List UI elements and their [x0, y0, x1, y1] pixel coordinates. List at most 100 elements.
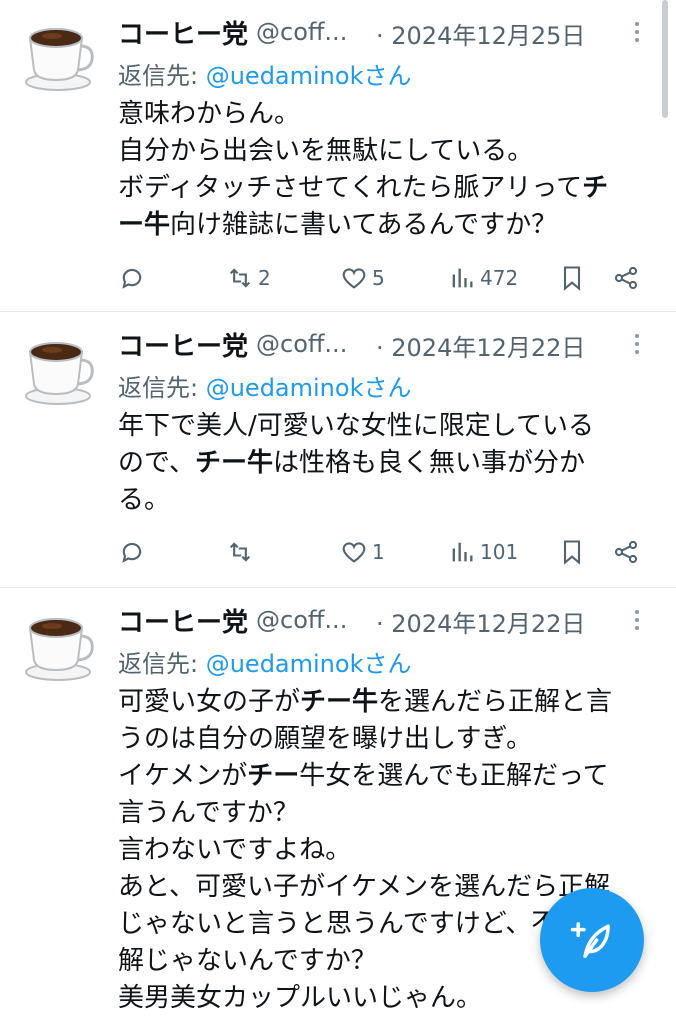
tweet-date[interactable]: · 2024年12月22日 — [376, 604, 585, 639]
coffee-cup-icon — [25, 342, 94, 405]
tweet-text-line: 意味わからん。 — [118, 96, 666, 133]
views-button[interactable]: 101 — [448, 536, 518, 568]
retweet-icon — [229, 542, 251, 562]
text-segment: は性格も良く無い事が分か — [272, 448, 585, 478]
reply-icon — [122, 542, 142, 563]
text-segment: 向け雑誌に書いてあるんですか？ — [170, 210, 558, 240]
tweet-text-line: 言わないですよね。 — [118, 832, 666, 869]
bold-text: チー牛 — [194, 448, 273, 478]
more-icon[interactable] — [630, 602, 644, 638]
views-icon — [452, 542, 473, 562]
tweet[interactable]: コーヒー党 @coff... · 2024年12月22日 返信先: @uedam… — [0, 312, 676, 586]
more-icon[interactable] — [630, 326, 644, 362]
text-segment: を選んだら正解と言 — [378, 687, 613, 717]
tweet-text-line: ー牛向け雑誌に書いてあるんですか？ — [118, 207, 666, 244]
like-icon — [342, 268, 366, 289]
avatar[interactable] — [18, 328, 98, 408]
bold-text: チー牛 — [300, 687, 379, 717]
author-name[interactable]: コーヒー党 — [118, 326, 248, 363]
reply-mention-link[interactable]: @uedaminokさん — [206, 62, 412, 90]
reply-button[interactable] — [118, 262, 146, 294]
reply-mention-link[interactable]: @uedaminokさん — [206, 374, 412, 402]
reply-to: 返信先: @uedaminokさん — [118, 368, 411, 403]
action-bar: 1 101 — [118, 536, 648, 568]
retweet-count: 2 — [258, 266, 271, 290]
coffee-cup-icon — [25, 28, 94, 91]
reply-prefix: 返信先: — [118, 374, 206, 402]
author-handle[interactable]: @coff... — [256, 330, 347, 358]
tweet-text-line: ボディタッチさせてくれたら脈アリってチ — [118, 170, 666, 207]
reply-to: 返信先: @uedaminokさん — [118, 644, 411, 679]
tweet-date[interactable]: · 2024年12月25日 — [376, 16, 585, 51]
action-bar: 2 5 472 — [118, 262, 648, 294]
text-segment: あと、可愛い子がイケメンを選んだら正解 — [118, 872, 611, 902]
text-segment: 言わないですよね。 — [118, 835, 352, 865]
text-segment: 自分から出会いを無駄にしている。 — [118, 136, 534, 166]
text-segment: 言うんですか？ — [118, 798, 299, 828]
views-count: 472 — [480, 266, 519, 290]
like-count: 5 — [372, 266, 385, 290]
author-name[interactable]: コーヒー党 — [118, 14, 248, 51]
share-button[interactable] — [612, 536, 640, 568]
like-count: 1 — [372, 540, 385, 564]
tweet-date[interactable]: · 2024年12月22日 — [376, 328, 585, 363]
more-icon[interactable] — [630, 14, 644, 50]
retweet-button[interactable] — [226, 536, 258, 568]
reply-button[interactable] — [118, 536, 146, 568]
tweet-text: 年下で美人/可愛いな女性に限定している ので、チー牛は性格も良く無い事が分か る。 — [118, 408, 666, 519]
author-name[interactable]: コーヒー党 — [118, 602, 248, 639]
text-segment: イケメンが — [118, 761, 248, 791]
text-segment: 美男美女カップルいいじゃん。 — [118, 983, 483, 1013]
tweet-text-line: うのは自分の願望を曝け出しすぎ。 — [118, 721, 666, 758]
reply-mention-link[interactable]: @uedaminokさん — [206, 650, 412, 678]
coffee-cup-icon — [25, 618, 94, 681]
bookmark-button[interactable] — [558, 262, 586, 294]
share-icon — [614, 540, 638, 564]
tweet-text-line: 自分から出会いを無駄にしている。 — [118, 133, 666, 170]
tweet-text-line: イケメンがチー牛女を選んでも正解だって — [118, 758, 666, 795]
author-handle[interactable]: @coff... — [256, 606, 347, 634]
text-segment: うのは自分の願望を曝け出しすぎ。 — [118, 724, 533, 754]
author-handle[interactable]: @coff... — [256, 18, 347, 46]
avatar[interactable] — [18, 14, 98, 94]
like-button[interactable]: 5 — [340, 262, 385, 294]
text-segment: 解じゃないんですか？ — [118, 946, 377, 976]
reply-to: 返信先: @uedaminokさん — [118, 56, 411, 91]
retweet-icon — [229, 268, 251, 288]
text-segment: ボディタッチさせてくれたら脈アリって — [118, 173, 583, 203]
reply-icon — [122, 268, 142, 289]
like-button[interactable]: 1 — [340, 536, 385, 568]
retweet-button[interactable]: 2 — [226, 262, 271, 294]
tweet-text-line: 可愛い女の子がチー牛を選んだら正解と言 — [118, 684, 666, 721]
bold-text: チー — [247, 761, 300, 791]
tweet-text-line: 言うんですか？ — [118, 795, 666, 832]
tweet[interactable]: コーヒー党 @coff... · 2024年12月25日 返信先: @uedam… — [0, 0, 676, 310]
reply-prefix: 返信先: — [118, 62, 206, 90]
tweet-text: 意味わからん。自分から出会いを無駄にしている。ボディタッチさせてくれたら脈アリっ… — [118, 96, 666, 244]
text-segment: 牛女を選んでも正解だって — [299, 761, 609, 791]
views-button[interactable]: 472 — [448, 262, 518, 294]
bookmark-icon — [563, 540, 581, 565]
bookmark-icon — [563, 266, 581, 291]
text-segment: ので、 — [118, 448, 195, 478]
views-icon — [452, 268, 473, 288]
compose-button[interactable] — [540, 888, 644, 992]
avatar[interactable] — [18, 604, 98, 684]
scrollbar[interactable] — [662, 0, 668, 118]
like-icon — [342, 542, 366, 563]
text-segment: る。 — [118, 485, 171, 515]
views-count: 101 — [480, 540, 519, 564]
reply-prefix: 返信先: — [118, 650, 206, 678]
text-segment: 年下で美人/可愛いな女性に限定している — [118, 411, 594, 441]
tweet-text-line: 年下で美人/可愛いな女性に限定している — [118, 408, 666, 445]
text-segment: 意味わからん。 — [118, 99, 301, 129]
tweet-text-line: ので、チー牛は性格も良く無い事が分か — [118, 445, 666, 482]
share-button[interactable] — [612, 262, 640, 294]
bookmark-button[interactable] — [558, 536, 586, 568]
text-segment: 可愛い女の子が — [118, 687, 301, 717]
compose-icon — [570, 922, 610, 958]
share-icon — [614, 266, 638, 290]
tweet-text-line: る。 — [118, 482, 666, 519]
bold-text: チ — [582, 173, 609, 203]
bold-text: ー牛 — [118, 210, 171, 240]
